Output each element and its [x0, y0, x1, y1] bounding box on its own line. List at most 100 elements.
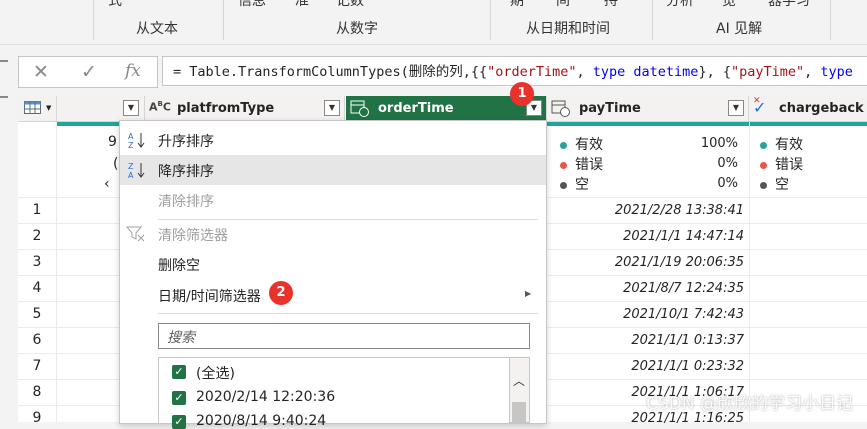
- menu-label: 降序排序: [158, 164, 214, 180]
- column-title: payTime: [579, 101, 641, 116]
- grid-line: [749, 122, 750, 422]
- paytime-cell[interactable]: 2021/10/1 7:42:43: [560, 307, 744, 322]
- filter-dropdown-button[interactable]: ▼: [728, 100, 744, 116]
- paytime-cell[interactable]: 2021/2/28 13:38:41: [560, 203, 744, 218]
- search-placeholder: 搜索: [167, 330, 195, 346]
- menu-item-sort-asc[interactable]: A Z 升序排序: [120, 125, 546, 155]
- empty-dot-icon: [560, 181, 567, 189]
- watermark: CSDN @欣欣的学习小日记: [646, 394, 853, 414]
- quality-error: 错误: [560, 154, 603, 174]
- column-title: orderTime: [378, 101, 454, 116]
- ribbon-item[interactable]: 期: [510, 0, 524, 10]
- row-number[interactable]: 6: [18, 332, 56, 348]
- ribbon-item[interactable]: 记数: [336, 0, 364, 10]
- valid-dot-icon: [560, 141, 567, 149]
- menu-item-datetime-filter[interactable]: 日期/时间筛选器 ▶: [120, 280, 546, 310]
- fx-icon[interactable]: fx: [125, 61, 141, 81]
- paytime-cell[interactable]: 2021/1/1 0:13:37: [560, 333, 744, 348]
- paytime-cell[interactable]: 2021/8/7 12:24:35: [560, 281, 744, 296]
- ribbon-item[interactable]: 间: [556, 0, 570, 10]
- search-input[interactable]: 搜索: [158, 323, 530, 349]
- quality-partial: ‹: [104, 176, 110, 192]
- quality-label: 错误: [575, 157, 603, 173]
- paytime-cell[interactable]: 2021/1/1 0:23:32: [560, 359, 744, 374]
- table-icon: [24, 101, 41, 114]
- menu-label: 日期/时间筛选器: [158, 289, 261, 305]
- row-number[interactable]: 3: [18, 254, 56, 270]
- sort-ascending-icon: A Z: [128, 132, 145, 149]
- paytime-cell[interactable]: 2021/1/19 20:06:35: [560, 255, 744, 270]
- formula-keyword: type datetime: [592, 64, 699, 80]
- quality-error: 错误: [760, 154, 803, 174]
- column-header-chargeback[interactable]: ✓ ✕ chargeback: [749, 96, 867, 122]
- error-dot-icon: [760, 161, 767, 169]
- ribbon-item[interactable]: 式: [108, 0, 122, 10]
- scrollbar[interactable]: ︿: [510, 357, 530, 424]
- svg-text:A: A: [128, 132, 134, 141]
- cancel-icon[interactable]: ✕: [33, 61, 49, 83]
- confirm-icon[interactable]: ✓: [81, 61, 97, 83]
- x-mark-icon: ✕: [753, 96, 761, 106]
- chevron-up-icon[interactable]: ︿: [513, 372, 525, 389]
- checkbox-checked-icon[interactable]: ✓: [172, 365, 186, 379]
- ribbon-item[interactable]: 分析: [666, 0, 694, 10]
- menu-item-sort-desc[interactable]: Z A 降序排序: [120, 155, 546, 185]
- scrollbar-thumb[interactable]: [512, 402, 526, 424]
- sort-descending-icon: Z A: [128, 162, 145, 179]
- list-item-label: (全选): [196, 366, 235, 382]
- menu-item-remove-empty[interactable]: 删除空: [120, 249, 546, 279]
- filter-dropdown-button[interactable]: ▼: [324, 100, 340, 116]
- ribbon-separator: [652, 0, 653, 40]
- row-number[interactable]: 7: [18, 358, 56, 374]
- column-header-paytime[interactable]: payTime ▼: [547, 96, 749, 122]
- ribbon-item[interactable]: 器学习: [768, 0, 810, 10]
- svg-text:Z: Z: [128, 141, 134, 149]
- ribbon: 式 信息 准 记数 期 间 持 分析 览 器学习 从文本 从数字 从日期和时间 …: [0, 0, 867, 45]
- formula-string: "payTime": [730, 64, 805, 80]
- formula-input[interactable]: = Table.TransformColumnTypes(删除的列,{{"ord…: [162, 56, 867, 86]
- formula-sep: ,: [576, 64, 593, 80]
- quality-label: 有效: [775, 137, 803, 153]
- formula-prefix: = Table.TransformColumnTypes(删除的列,{{: [173, 64, 488, 80]
- ribbon-separator: [93, 0, 94, 40]
- formula-string: "orderTime": [487, 64, 577, 80]
- row-number[interactable]: 4: [18, 280, 56, 296]
- quality-percent: 100%: [700, 136, 738, 151]
- column-header-prev[interactable]: ▼: [57, 96, 145, 122]
- group-label-text: 从文本: [136, 21, 178, 37]
- valid-dot-icon: [760, 141, 767, 149]
- paytime-cell[interactable]: 2021/1/1 14:47:14: [560, 229, 744, 244]
- datetime-type-icon: [350, 100, 369, 117]
- column-title: platfromType: [177, 101, 275, 116]
- ribbon-separator: [830, 0, 831, 40]
- quality-label: 空: [575, 177, 589, 193]
- column-title: chargeback: [779, 101, 864, 116]
- menu-label: 清除筛选器: [158, 228, 228, 244]
- checkbox-checked-icon[interactable]: ✓: [172, 415, 186, 429]
- table-menu-header[interactable]: ▼: [18, 96, 57, 122]
- formula-sep: ,: [804, 64, 821, 80]
- nav-pane-mark: [0, 96, 8, 98]
- menu-label: 清除排序: [158, 194, 214, 210]
- quality-percent: 0%: [717, 156, 738, 171]
- row-number[interactable]: 9: [18, 410, 56, 426]
- filter-dropdown-button[interactable]: ▼: [123, 100, 139, 116]
- menu-separator: [158, 313, 538, 314]
- quality-valid: 有效: [560, 134, 603, 154]
- menu-item-clear-sort[interactable]: 清除排序: [120, 185, 546, 215]
- ribbon-item[interactable]: 览: [722, 0, 736, 10]
- svg-text:A: A: [128, 171, 134, 179]
- row-number[interactable]: 5: [18, 306, 56, 322]
- column-header-platform[interactable]: ABC platfromType ▼: [145, 96, 345, 122]
- ribbon-item[interactable]: 持: [604, 0, 618, 10]
- ribbon-item[interactable]: 信息: [238, 0, 266, 10]
- group-label-ai: AI 见解: [716, 21, 763, 37]
- row-number[interactable]: 2: [18, 228, 56, 244]
- row-number[interactable]: 1: [18, 202, 56, 218]
- checkbox-checked-icon[interactable]: ✓: [172, 391, 186, 405]
- ribbon-item[interactable]: 准: [295, 0, 309, 10]
- quality-bar: [545, 122, 867, 126]
- quality-partial: (: [113, 156, 119, 172]
- row-number[interactable]: 8: [18, 384, 56, 400]
- menu-item-clear-filter[interactable]: 清除筛选器: [120, 219, 546, 249]
